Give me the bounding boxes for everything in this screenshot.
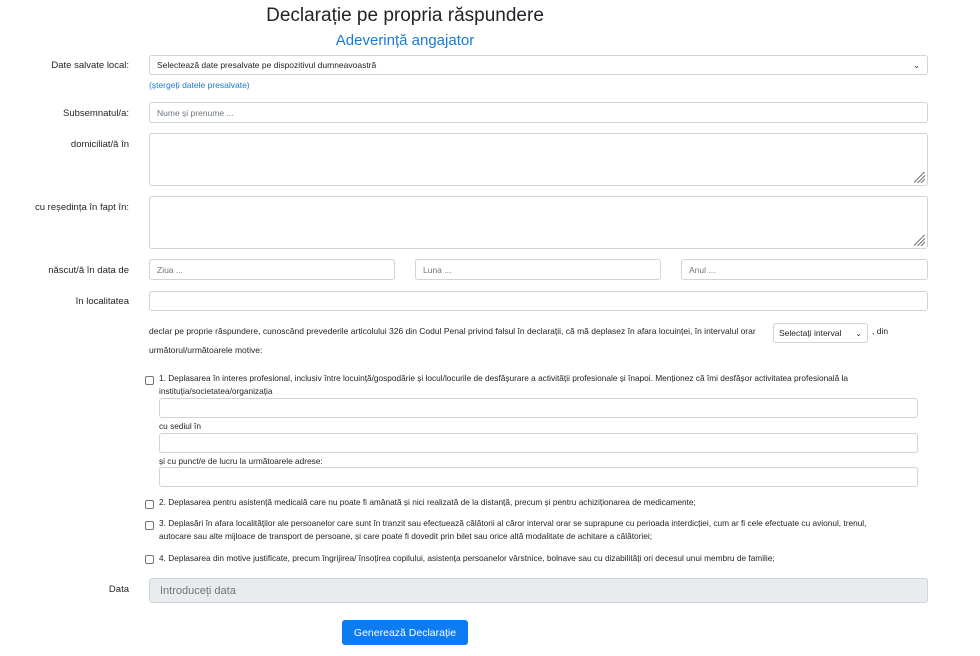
locality-label: în localitatea <box>75 296 129 307</box>
reason-2-text: 2. Deplasarea pentru asistență medicală … <box>159 497 696 507</box>
interval-select-value: Selectați interval <box>779 328 842 338</box>
domicile-textarea[interactable] <box>149 133 928 186</box>
workplaces-label: și cu punct/e de lucru la următoarele ad… <box>159 456 323 466</box>
saved-data-label: Date salvate local: <box>51 60 129 71</box>
birth-day-placeholder: Ziua ... <box>157 264 183 275</box>
domicile-label: domiciliat/ă în <box>70 139 129 150</box>
chevron-down-icon: ⌄ <box>855 328 862 338</box>
reason-1-checkbox[interactable] <box>145 376 154 385</box>
residence-textarea[interactable] <box>149 196 928 249</box>
workplaces-input[interactable] <box>159 467 918 487</box>
date-label: Data <box>108 584 129 595</box>
saved-data-select-value: Selectează date presalvate pe dispozitiv… <box>157 60 377 70</box>
resize-grip-icon[interactable] <box>914 172 925 183</box>
reason-4-checkbox[interactable] <box>145 555 154 564</box>
birth-year-placeholder: Anul ... <box>689 264 716 275</box>
delete-saved-data-link[interactable]: (ștergeți datele presalvate) <box>149 80 250 90</box>
declaration-text: declar pe proprie răspundere, cunoscând … <box>149 326 756 336</box>
institution-input[interactable] <box>159 398 918 418</box>
reason-3-checkbox[interactable] <box>145 521 154 530</box>
birth-date-label: născut/ă în data de <box>48 265 129 276</box>
residence-label: cu reședința în fapt în: <box>34 202 129 213</box>
reason-1-line1: 1. Deplasarea în interes profesional, in… <box>159 373 849 383</box>
birth-month-placeholder: Luna ... <box>423 264 452 275</box>
resize-grip-icon[interactable] <box>914 235 925 246</box>
seat-label: cu sediul în <box>159 421 201 431</box>
generate-declaration-button[interactable]: Generează Declarație <box>342 620 468 645</box>
birth-day-input[interactable]: Ziua ... <box>149 259 395 280</box>
declaration-text-line2: următorul/următoarele motive: <box>149 345 263 355</box>
name-label: Subsemnatul/a: <box>62 108 129 119</box>
seat-input[interactable] <box>159 433 918 453</box>
page-title: Declarație pe propria răspundere <box>266 5 544 26</box>
name-input[interactable]: Nume și prenume ... <box>149 102 928 123</box>
locality-input[interactable] <box>149 291 928 311</box>
reason-3-line2: autocare sau alte mijloace de transport … <box>159 531 653 541</box>
birth-month-input[interactable]: Luna ... <box>415 259 661 280</box>
reason-3-line1: 3. Deplasări în afara localităților ale … <box>159 518 867 528</box>
date-input[interactable]: Introduceți data <box>149 578 928 603</box>
saved-data-select[interactable]: Selectează date presalvate pe dispozitiv… <box>149 55 928 75</box>
date-input-placeholder: Introduceți data <box>160 584 236 597</box>
birth-year-input[interactable]: Anul ... <box>681 259 928 280</box>
chevron-down-icon: ⌄ <box>913 60 920 70</box>
interval-select[interactable]: Selectați interval ⌄ <box>773 323 868 343</box>
reason-1-line2: instituția/societatea/organizația <box>159 386 273 396</box>
declaration-text-suffix: , din <box>872 326 889 336</box>
name-input-placeholder: Nume și prenume ... <box>157 107 234 118</box>
reason-2-checkbox[interactable] <box>145 500 154 509</box>
reason-4-text: 4. Deplasarea din motive justificate, pr… <box>159 553 775 563</box>
page-subtitle: Adeverință angajator <box>335 32 475 49</box>
